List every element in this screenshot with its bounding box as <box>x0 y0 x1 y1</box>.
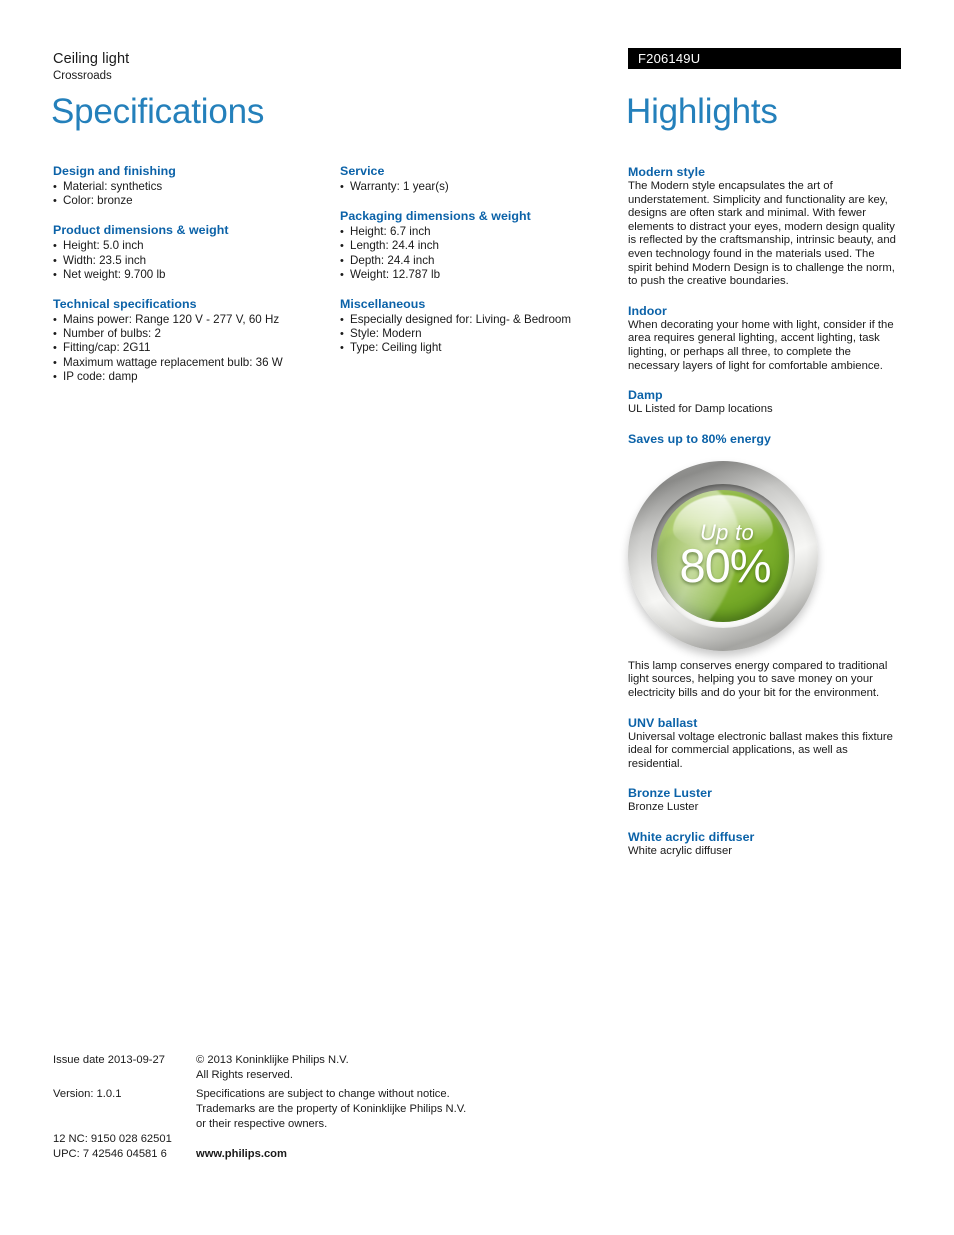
highlight-heading: Bronze Luster <box>628 786 712 801</box>
highlight-group: Bronze Luster Bronze Luster <box>628 785 900 815</box>
highlight-heading: UNV ballast <box>628 715 698 730</box>
highlight-body: Bronze Luster <box>628 801 699 814</box>
spec-item: Color: bronze <box>53 194 333 208</box>
highlight-body: When decorating your home with light, co… <box>628 318 894 372</box>
highlight-heading: Damp <box>628 388 663 403</box>
specifications-column-1: Design and finishing Material: synthetics… <box>53 163 333 384</box>
spec-item: Maximum wattage replacement bulb: 36 W <box>53 356 333 370</box>
highlight-body: White acrylic diffuser <box>628 844 733 857</box>
disclaimer-line-1: Specifications are subject to change wit… <box>196 1088 450 1100</box>
spec-item: Mains power: Range 120 V - 277 V, 60 Hz <box>53 313 333 327</box>
highlights-title: Highlights <box>626 92 778 131</box>
highlight-body: The Modern style encapsulates the art of… <box>628 180 896 288</box>
specifications-title: Specifications <box>51 92 265 131</box>
upc-code: UPC: 7 42546 04581 6 <box>53 1148 167 1160</box>
spec-group-heading: Packaging dimensions & weight <box>340 209 531 224</box>
spec-item: Fitting/cap: 2G11 <box>53 341 333 355</box>
spec-item: Style: Modern <box>340 327 620 341</box>
spec-item: Depth: 24.4 inch <box>340 254 620 268</box>
spec-item: Weight: 12.787 lb <box>340 268 620 282</box>
disclaimer-line-3: or their respective owners. <box>196 1118 328 1130</box>
highlight-heading: White acrylic diffuser <box>628 829 755 844</box>
spec-item: Width: 23.5 inch <box>53 254 333 268</box>
model-number-bar: F206149U <box>628 48 901 69</box>
highlight-heading: Indoor <box>628 303 667 318</box>
highlight-group: Damp UL Listed for Damp locations <box>628 387 900 417</box>
energy-badge-container: Up to 80% <box>628 460 900 657</box>
spec-item: Especially designed for: Living- & Bedro… <box>340 313 620 327</box>
spec-item: Height: 6.7 inch <box>340 225 620 239</box>
specifications-column-2: Service Warranty: 1 year(s) Packaging dime… <box>340 163 620 356</box>
badge-text-group: Up to 80% <box>657 490 789 622</box>
spec-group: Service Warranty: 1 year(s) <box>340 163 620 194</box>
highlight-group: UNV ballast Universal voltage electronic … <box>628 715 900 772</box>
badge-percent-label: 80% <box>679 539 771 593</box>
spec-item: Warranty: 1 year(s) <box>340 180 620 194</box>
spec-item: IP code: damp <box>53 370 333 384</box>
badge-green-disc: Up to 80% <box>657 489 789 622</box>
footer: Issue date 2013-09-27 © 2013 Koninklijke… <box>53 1053 613 1166</box>
spec-item: Material: synthetics <box>53 180 333 194</box>
spec-group: Packaging dimensions & weightHeight: 6.7… <box>340 208 620 282</box>
spec-sheet-page: Ceiling light Crossroads F206149U Specif… <box>0 0 954 1235</box>
highlight-heading: Modern style <box>628 165 706 179</box>
highlight-group: Modern style The Modern style encapsulate… <box>628 164 900 289</box>
product-name: Crossroads <box>53 70 112 82</box>
spec-group-heading: Miscellaneous <box>340 297 426 312</box>
spec-group-heading: Design and finishing <box>53 164 176 178</box>
spec-item: Type: Ceiling light <box>340 341 620 355</box>
nc-code: 12 NC: 9150 028 62501 <box>53 1133 172 1145</box>
spec-item: Height: 5.0 inch <box>53 239 333 253</box>
copyright-line-1: © 2013 Koninklijke Philips N.V. <box>196 1054 349 1066</box>
website-link[interactable]: www.philips.com <box>196 1147 287 1162</box>
spec-item: Net weight: 9.700 lb <box>53 268 333 282</box>
highlights-section: Modern style The Modern style encapsulate… <box>628 164 900 872</box>
spec-group: Design and finishing Material: synthetics… <box>53 163 333 209</box>
highlight-group: White acrylic diffuser White acrylic diff… <box>628 829 900 859</box>
highlight-heading: Saves up to 80% energy <box>628 431 771 446</box>
energy-savings-badge-icon: Up to 80% <box>628 460 818 651</box>
highlight-group: Indoor When decorating your home with lig… <box>628 303 900 373</box>
spec-group: MiscellaneousEspecially designed for: Li… <box>340 296 620 356</box>
spec-item: Number of bulbs: 2 <box>53 327 333 341</box>
highlight-body: UL Listed for Damp locations <box>628 403 773 416</box>
highlight-body: This lamp conserves energy compared to t… <box>628 659 888 699</box>
highlight-saves-energy: Saves up to 80% energy <box>628 431 900 447</box>
product-type: Ceiling light <box>53 51 130 67</box>
version: Version: 1.0.1 <box>53 1088 122 1100</box>
spec-group: Technical specificationsMains power: Ran… <box>53 296 333 384</box>
issue-date: Issue date 2013-09-27 <box>53 1054 165 1066</box>
energy-description: This lamp conserves energy compared to t… <box>628 660 900 701</box>
highlight-body: Universal voltage electronic ballast mak… <box>628 730 893 770</box>
spec-group-heading: Technical specifications <box>53 297 197 312</box>
copyright-line-2: All Rights reserved. <box>196 1069 293 1081</box>
spec-group-heading: Product dimensions & weight <box>53 223 229 238</box>
spec-group: Product dimensions & weightHeight: 5.0 i… <box>53 222 333 282</box>
disclaimer-line-2: Trademarks are the property of Koninklij… <box>196 1103 467 1115</box>
spec-item: Length: 24.4 inch <box>340 239 620 253</box>
spec-group-heading: Service <box>340 164 385 178</box>
